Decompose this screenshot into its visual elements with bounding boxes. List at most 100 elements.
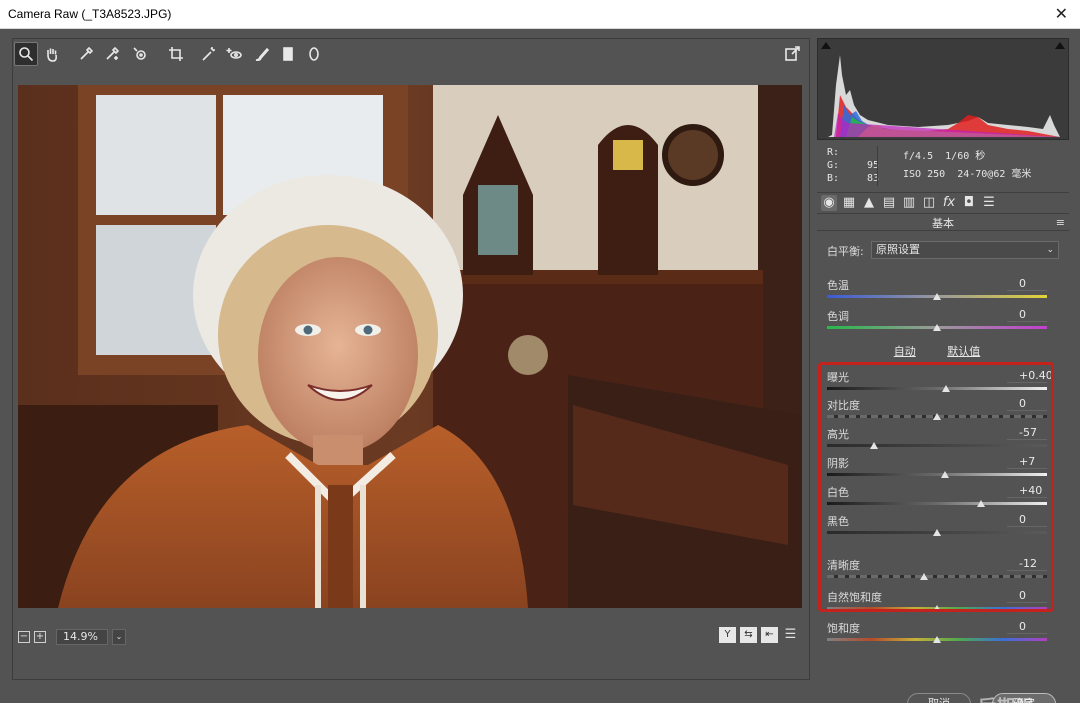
camera-calibration-tab-icon[interactable]: ◘ <box>961 195 977 211</box>
chevron-down-icon[interactable]: ⌄ <box>112 629 126 645</box>
color-sampler-tool-icon[interactable] <box>100 42 124 66</box>
slider-label: 阴影 <box>827 457 849 470</box>
histogram <box>817 38 1069 140</box>
basic-tab-icon[interactable]: ◉ <box>821 195 837 211</box>
slider-value-field[interactable]: 0 <box>1007 277 1047 291</box>
slider-blacks: 黑色 0 <box>827 513 1047 541</box>
slider-value-field[interactable]: -12 <box>1007 557 1047 571</box>
slider-track[interactable] <box>827 502 1047 505</box>
iso-value: ISO 250 <box>903 169 946 180</box>
auto-link[interactable]: 自动 <box>894 345 916 358</box>
white-balance-tool-icon[interactable] <box>74 42 98 66</box>
detail-tab-icon[interactable]: ▲ <box>861 195 877 211</box>
tone-curve-tab-icon[interactable]: ▦ <box>841 195 857 211</box>
section-title: 基本 <box>817 215 1069 231</box>
slider-label: 高光 <box>827 428 849 441</box>
slider-label: 色调 <box>827 310 849 323</box>
slider-thumb[interactable] <box>933 636 941 643</box>
target-adjustment-tool-icon[interactable] <box>128 42 152 66</box>
window-title: Camera Raw (_T3A8523.JPG) <box>8 7 172 21</box>
slider-value-field[interactable]: -57 <box>1007 426 1047 440</box>
lens-corrections-tab-icon[interactable]: ◫ <box>921 195 937 211</box>
red-eye-tool-icon[interactable] <box>222 42 246 66</box>
white-balance-label: 白平衡: <box>827 245 864 258</box>
r-label: R: <box>827 147 840 158</box>
hand-tool-icon[interactable] <box>40 42 64 66</box>
panel-tabs: ◉ ▦ ▲ ▤ ▥ ◫ fx ◘ ☰ <box>817 192 1069 214</box>
rgb-values: R: G: 95 B: 83 <box>827 146 879 185</box>
white-balance-row: 白平衡: 原照设置 ⌄ <box>827 241 1067 259</box>
white-balance-select[interactable]: 原照设置 ⌄ <box>871 241 1059 259</box>
copy-settings-button[interactable]: ⇤ <box>761 627 778 643</box>
adjustment-brush-tool-icon[interactable] <box>250 42 274 66</box>
slider-thumb[interactable] <box>933 413 941 420</box>
hsl-tab-icon[interactable]: ▤ <box>881 195 897 211</box>
aperture-value: f/4.5 <box>903 151 934 162</box>
fullscreen-toggle-icon[interactable] <box>780 42 804 66</box>
slider-value-field[interactable]: +0.40 <box>1007 369 1053 383</box>
slider-thumb[interactable] <box>933 529 941 536</box>
slider-highlights: 高光 -57 <box>827 426 1047 454</box>
slider-thumb[interactable] <box>941 385 950 392</box>
split-toning-tab-icon[interactable]: ▥ <box>901 195 917 211</box>
preview-settings-icon[interactable]: ☰ <box>782 627 799 643</box>
slider-label: 饱和度 <box>827 622 860 635</box>
radial-filter-tool-icon[interactable] <box>302 42 326 66</box>
before-after-toggle-button[interactable]: Y <box>719 627 736 643</box>
slider-value-field[interactable]: 0 <box>1007 589 1047 603</box>
exif-info: f/4.5 1/60 秒 ISO 250 24-70@62 毫米 <box>903 148 1031 184</box>
slider-track[interactable] <box>827 575 1047 578</box>
g-value: 95 <box>866 160 879 171</box>
cancel-button[interactable]: 取消 <box>907 693 971 703</box>
zoom-level-field[interactable]: 14.9% <box>56 629 108 645</box>
crop-tool-icon[interactable] <box>164 42 188 66</box>
slider-thumb[interactable] <box>919 573 928 580</box>
slider-vibrance: 自然饱和度 0 <box>827 589 1047 617</box>
slider-whites: 白色 +40 <box>827 484 1047 512</box>
slider-label: 对比度 <box>827 399 860 412</box>
swap-settings-button[interactable]: ⇆ <box>740 627 757 643</box>
pixel-readout: R: G: 95 B: 83 f/4.5 1/60 秒 ISO 250 24-70@… <box>817 142 1069 190</box>
slider-value-field[interactable]: +40 <box>1007 484 1047 498</box>
slider-thumb[interactable] <box>933 324 941 331</box>
slider-track[interactable] <box>827 387 1047 390</box>
presets-tab-icon[interactable]: ☰ <box>981 195 997 211</box>
slider-thumb[interactable] <box>870 442 879 449</box>
slider-shadows: 阴影 +7 <box>827 455 1047 483</box>
slider-value-field[interactable]: +7 <box>1007 455 1047 469</box>
slider-track[interactable] <box>827 473 1047 476</box>
slider-label: 自然饱和度 <box>827 591 882 604</box>
readout-divider <box>877 146 878 186</box>
slider-value-field[interactable]: 0 <box>1007 308 1047 322</box>
image-preview[interactable] <box>18 85 802 608</box>
g-label: G: <box>827 160 840 171</box>
view-mode-buttons: Y ⇆ ⇤ ☰ <box>719 627 799 643</box>
effects-tab-icon[interactable]: fx <box>941 195 957 211</box>
slider-exposure: 曝光 +0.40 <box>827 369 1053 397</box>
slider-value-field[interactable]: 0 <box>1007 620 1047 634</box>
slider-value-field[interactable]: 0 <box>1007 397 1047 411</box>
slider-thumb[interactable] <box>977 500 985 507</box>
zoom-out-button[interactable]: − <box>18 631 30 643</box>
adjustments-panel: R: G: 95 B: 83 f/4.5 1/60 秒 ISO 250 24-70@… <box>815 38 1075 680</box>
graduated-filter-tool-icon[interactable] <box>276 42 300 66</box>
slider-label: 曝光 <box>827 371 849 384</box>
toolbar <box>14 41 810 67</box>
default-link[interactable]: 默认值 <box>947 345 980 358</box>
slider-track[interactable] <box>827 444 1047 447</box>
slider-value-field[interactable]: 0 <box>1007 513 1047 527</box>
slider-thumb[interactable] <box>933 605 941 612</box>
slider-thumb[interactable] <box>933 293 941 300</box>
white-balance-value: 原照设置 <box>876 243 920 256</box>
zoom-tool-icon[interactable] <box>14 42 38 66</box>
zoom-in-button[interactable]: + <box>34 631 46 643</box>
panel-menu-icon[interactable]: ≡ <box>1056 216 1065 229</box>
spot-removal-tool-icon[interactable] <box>196 42 220 66</box>
slider-label: 黑色 <box>827 515 849 528</box>
slider-thumb[interactable] <box>940 471 949 478</box>
close-icon[interactable]: ✕ <box>1055 4 1068 23</box>
watermark-logo: 后期强 <box>978 693 1035 703</box>
slider-clarity: 清晰度 -12 <box>827 557 1047 585</box>
title-bar: Camera Raw (_T3A8523.JPG) ✕ <box>0 0 1080 29</box>
slider-temp: 色温 0 <box>827 277 1047 305</box>
